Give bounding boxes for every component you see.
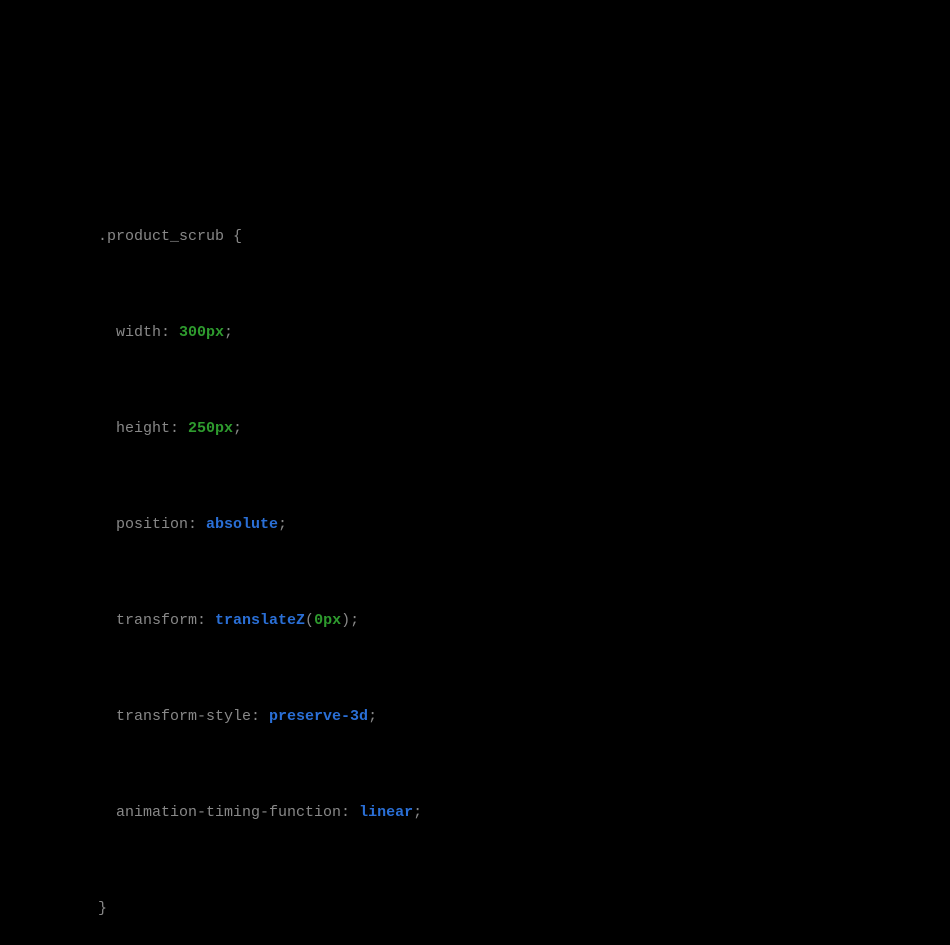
selector-token: .product_scrub [98, 228, 224, 245]
close-brace-token: } [98, 900, 107, 917]
property-token: transform [116, 612, 197, 629]
property-token: position [116, 516, 188, 533]
value-keyword-token: preserve-3d [269, 708, 368, 725]
code-line-decl: width: 300px; [98, 321, 422, 345]
code-line-selector: .product_scrub { [98, 225, 422, 249]
code-line-decl: transform: translateZ(0px); [98, 609, 422, 633]
value-keyword-token: absolute [206, 516, 278, 533]
property-token: transform-style [116, 708, 251, 725]
property-token: width [116, 324, 161, 341]
semicolon-token: ; [368, 708, 377, 725]
code-line-close-brace: } [98, 897, 422, 921]
semicolon-token: ; [233, 420, 242, 437]
property-token: animation-timing-function [116, 804, 341, 821]
value-number-token: 0px [314, 612, 341, 629]
value-keyword-token: linear [359, 804, 413, 821]
value-number-token: 300px [179, 324, 224, 341]
value-number-token: 250px [188, 420, 233, 437]
semicolon-token: ; [278, 516, 287, 533]
code-line-decl: height: 250px; [98, 417, 422, 441]
code-line-decl: animation-timing-function: linear; [98, 801, 422, 825]
css-code-block: .product_scrub { width: 300px; height: 2… [98, 177, 422, 945]
semicolon-token: ; [224, 324, 233, 341]
code-line-decl: position: absolute; [98, 513, 422, 537]
code-line-decl: transform-style: preserve-3d; [98, 705, 422, 729]
semicolon-token: ; [413, 804, 422, 821]
property-token: height [116, 420, 170, 437]
semicolon-token: ; [350, 612, 359, 629]
function-name-token: translateZ [215, 612, 305, 629]
open-brace-token: { [224, 228, 242, 245]
